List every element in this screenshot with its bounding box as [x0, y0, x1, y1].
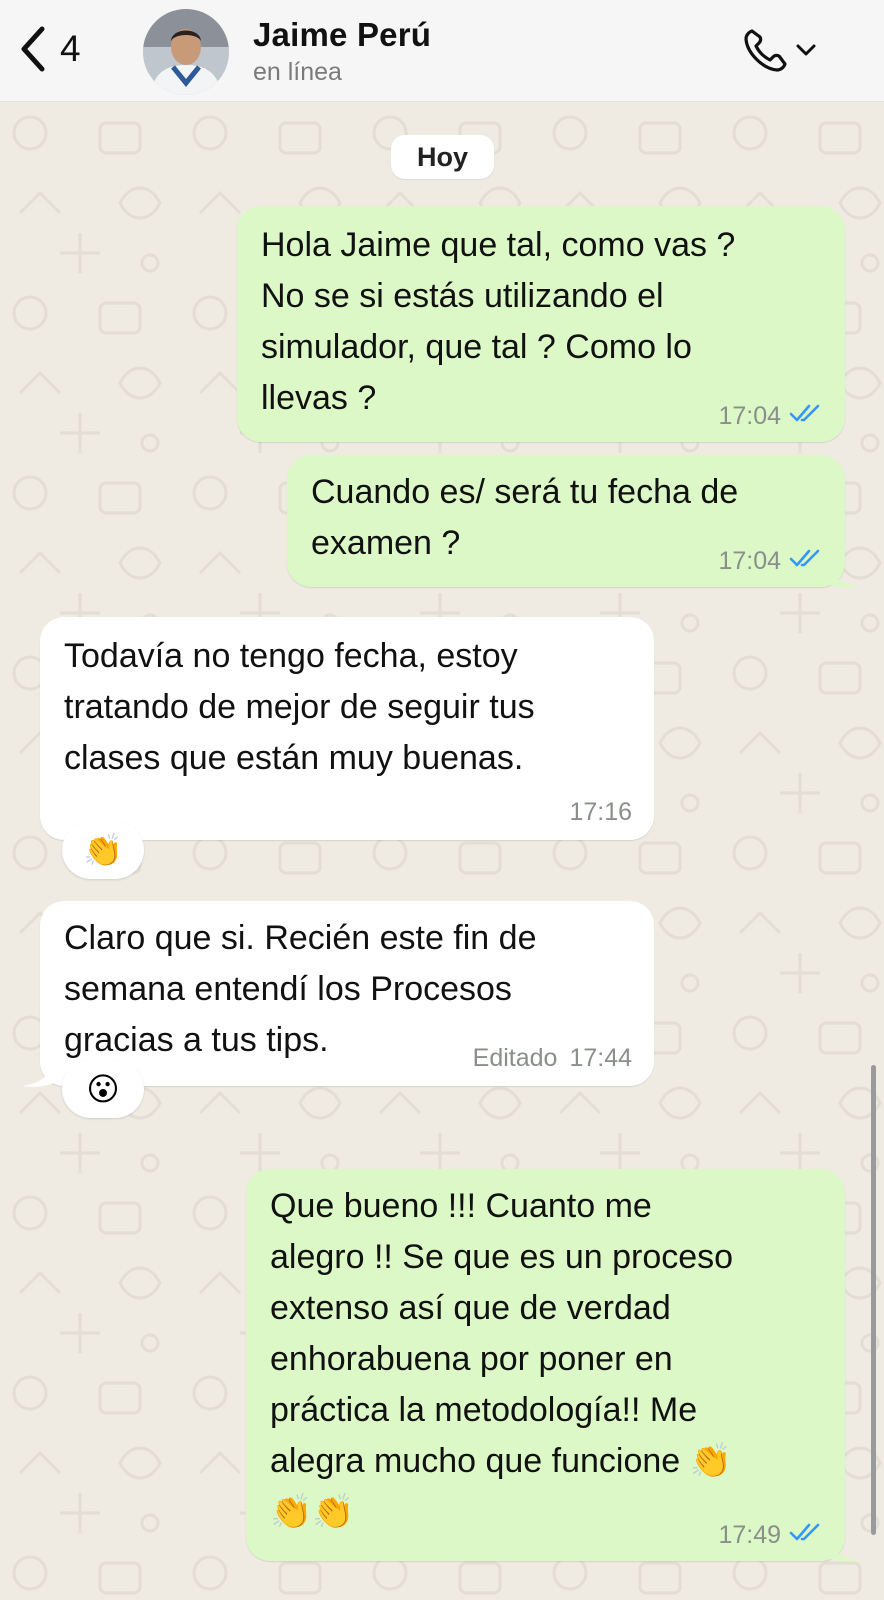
message-line: simulador, que tal ? Como lo	[261, 328, 692, 366]
bubble-tail	[826, 1535, 860, 1562]
back-button[interactable]: 4	[20, 26, 81, 72]
message-line: Todavía no tengo fecha, estoy	[64, 637, 518, 675]
contact-status: en línea	[253, 58, 342, 86]
read-ticks-icon	[789, 1521, 823, 1549]
message-line: 👏👏	[270, 1493, 355, 1531]
message-line: No se si estás utilizando el	[261, 277, 664, 315]
chat-header: 4 Jaime Perú en línea	[0, 0, 884, 102]
message-time: 17:04	[718, 402, 781, 430]
message-time: 17:04	[718, 547, 781, 575]
date-separator: Hoy	[391, 135, 494, 179]
chevron-left-icon	[20, 26, 46, 72]
contact-info[interactable]: Jaime Perú en línea	[253, 16, 431, 87]
message-line: enhorabuena por poner en	[270, 1340, 673, 1378]
message-reaction[interactable]: 😮	[62, 1060, 144, 1118]
message-bubble[interactable]: Hola Jaime que tal, como vas ? No se si …	[237, 206, 845, 442]
avatar[interactable]	[143, 9, 229, 95]
message-line: semana entendí los Procesos	[64, 970, 512, 1008]
message-bubble[interactable]: Cuando es/ será tu fecha de examen ? 17:…	[287, 455, 845, 587]
unread-count: 4	[60, 28, 81, 69]
surprised-emoji: 😮	[86, 1071, 120, 1107]
message-bubble[interactable]: Todavía no tengo fecha, estoy tratando d…	[40, 617, 654, 840]
message-time: 17:44	[569, 1044, 632, 1072]
message-line: extenso así que de verdad	[270, 1289, 671, 1327]
message-bubble[interactable]: Claro que si. Recién este fin de semana …	[40, 901, 654, 1086]
message-line: Hola Jaime que tal, como vas ?	[261, 226, 736, 264]
contact-name: Jaime Perú	[253, 16, 432, 53]
phone-icon	[742, 26, 790, 79]
edited-label: Editado	[472, 1044, 558, 1072]
message-reaction[interactable]: 👏	[62, 821, 144, 879]
message-line: práctica la metodología!! Me	[270, 1391, 698, 1429]
message-line: llevas ?	[261, 379, 377, 417]
message-line: tratando de mejor de seguir tus	[64, 688, 535, 726]
message-line: Cuando es/ será tu fecha de	[311, 473, 739, 511]
message-line: Claro que si. Recién este fin de	[64, 919, 537, 957]
chat-area[interactable]: Hoy Hola Jaime que tal, como vas ? No se…	[0, 103, 884, 1600]
read-ticks-icon	[789, 402, 823, 430]
call-button[interactable]	[742, 26, 816, 79]
scrollbar[interactable]	[871, 1065, 876, 1535]
message-line: alegro !! Se que es un proceso	[270, 1238, 734, 1276]
message-line: Que bueno !!! Cuanto me	[270, 1187, 652, 1225]
message-line: alegra mucho que funcione 👏	[270, 1442, 732, 1480]
message-line: examen ?	[311, 524, 461, 562]
bubble-tail	[826, 561, 860, 588]
read-ticks-icon	[789, 547, 823, 575]
message-time: 17:16	[569, 798, 632, 826]
message-line: clases que están muy buenas.	[64, 739, 524, 777]
clap-emoji: 👏	[83, 832, 123, 868]
chevron-down-icon	[796, 43, 816, 62]
message-bubble[interactable]: Que bueno !!! Cuanto me alegro !! Se que…	[246, 1169, 845, 1561]
bubble-tail	[22, 1060, 56, 1087]
message-line: gracias a tus tips.	[64, 1021, 329, 1059]
message-time: 17:49	[718, 1521, 781, 1549]
